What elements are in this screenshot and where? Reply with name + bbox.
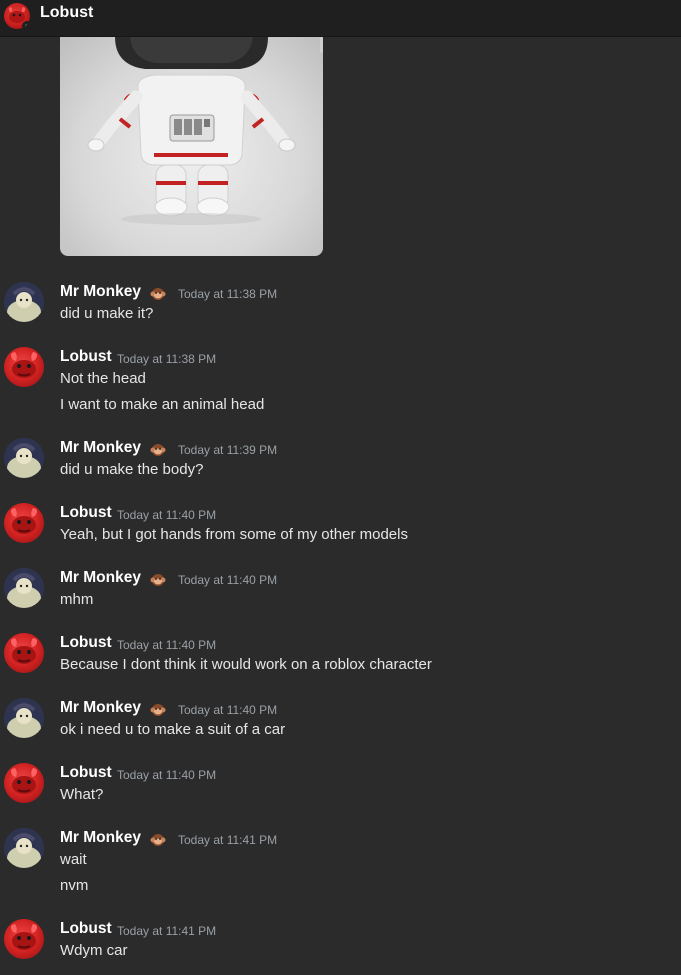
lobster-avatar-icon xyxy=(10,638,38,664)
channel-header: Lobust xyxy=(0,0,681,37)
avatar[interactable] xyxy=(4,763,44,803)
message-timestamp[interactable]: Today at 11:38 PM xyxy=(178,287,277,301)
monkey-avatar-icon xyxy=(4,438,44,478)
monkey-emoji-icon xyxy=(150,572,166,588)
message-author[interactable]: Lobust xyxy=(60,920,112,938)
message-timestamp[interactable]: Today at 11:40 PM xyxy=(178,573,277,587)
message-timestamp[interactable]: Today at 11:41 PM xyxy=(178,833,277,847)
monkey-avatar-icon xyxy=(4,282,44,322)
message-author[interactable]: Mr Monkey xyxy=(60,439,141,457)
message-text: did u make it? xyxy=(60,305,154,322)
message-timestamp[interactable]: Today at 11:41 PM xyxy=(117,924,216,938)
avatar[interactable] xyxy=(4,503,44,543)
message-author[interactable]: Mr Monkey xyxy=(60,829,141,847)
header-avatar[interactable] xyxy=(4,3,30,29)
message-author[interactable]: Lobust xyxy=(60,504,112,522)
message-timestamp[interactable]: Today at 11:40 PM xyxy=(117,638,216,652)
astronaut-model-image xyxy=(87,37,296,225)
message-timestamp[interactable]: Today at 11:40 PM xyxy=(178,703,277,717)
message-text: Not the head xyxy=(60,370,146,387)
message-text: Because I dont think it would work on a … xyxy=(60,656,432,673)
lobster-avatar-icon xyxy=(10,924,38,950)
monkey-avatar-icon xyxy=(4,698,44,738)
message-author[interactable]: Lobust xyxy=(60,634,112,652)
monkey-emoji-icon xyxy=(150,702,166,718)
avatar[interactable] xyxy=(4,347,44,387)
message-text: ok i need u to make a suit of a car xyxy=(60,721,286,738)
monkey-avatar-icon xyxy=(4,828,44,868)
monkey-emoji-icon xyxy=(150,832,166,848)
message-text: did u make the body? xyxy=(60,461,204,478)
image-scrollbar[interactable] xyxy=(320,37,323,53)
monkey-avatar-icon xyxy=(4,568,44,608)
message-text: I want to make an animal head xyxy=(60,396,265,413)
message-text: mhm xyxy=(60,591,94,608)
message-text: What? xyxy=(60,786,104,803)
message-author[interactable]: Lobust xyxy=(60,348,112,366)
avatar[interactable] xyxy=(4,919,44,959)
message-text: Yeah, but I got hands from some of my ot… xyxy=(60,526,408,543)
avatar[interactable] xyxy=(4,282,44,322)
monkey-emoji-icon xyxy=(150,286,166,302)
message-text: wait xyxy=(60,851,87,868)
avatar[interactable] xyxy=(4,633,44,673)
avatar[interactable] xyxy=(4,568,44,608)
message-timestamp[interactable]: Today at 11:39 PM xyxy=(178,443,277,457)
image-attachment[interactable] xyxy=(60,37,323,256)
message-author[interactable]: Mr Monkey xyxy=(60,283,141,301)
monkey-emoji-icon xyxy=(150,442,166,458)
message-text: nvm xyxy=(60,877,89,894)
message-timestamp[interactable]: Today at 11:38 PM xyxy=(117,352,216,366)
status-indicator xyxy=(22,21,30,29)
avatar[interactable] xyxy=(4,698,44,738)
avatar[interactable] xyxy=(4,828,44,868)
message-author[interactable]: Mr Monkey xyxy=(60,569,141,587)
message-timestamp[interactable]: Today at 11:40 PM xyxy=(117,508,216,522)
message-author[interactable]: Mr Monkey xyxy=(60,699,141,717)
lobster-avatar-icon xyxy=(10,352,38,378)
header-title: Lobust xyxy=(40,4,94,21)
message-author[interactable]: Lobust xyxy=(60,764,112,782)
avatar[interactable] xyxy=(4,438,44,478)
lobster-avatar-icon xyxy=(10,508,38,534)
lobster-avatar-icon xyxy=(10,768,38,794)
message-text: Wdym car xyxy=(60,942,128,959)
message-timestamp[interactable]: Today at 11:40 PM xyxy=(117,768,216,782)
